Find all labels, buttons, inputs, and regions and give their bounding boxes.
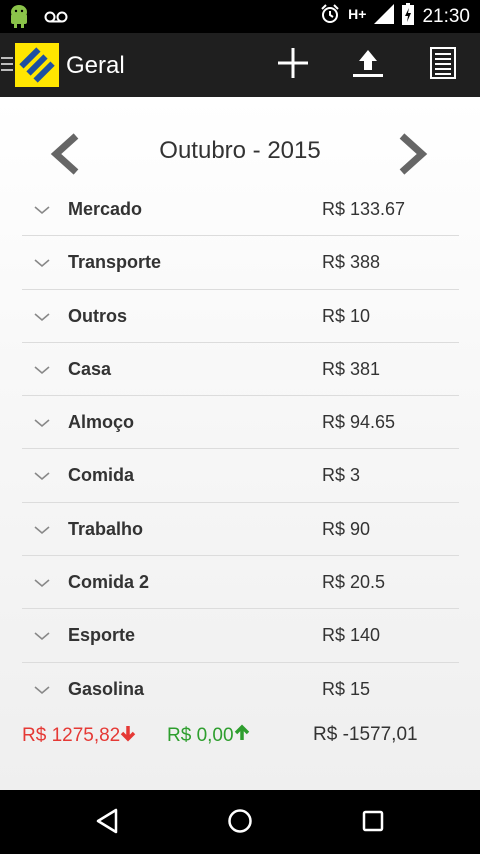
category-row[interactable]: Almoço R$ 94.65	[22, 396, 459, 450]
category-row[interactable]: Trabalho R$ 90	[22, 503, 459, 557]
category-name: Gasolina	[68, 678, 145, 699]
next-month-button[interactable]	[396, 132, 432, 176]
total-balance: R$ -1577,01	[313, 724, 418, 745]
arrow-up-icon	[234, 724, 250, 748]
chevron-down-icon	[34, 310, 50, 322]
app-title: Geral	[66, 52, 125, 79]
total-expenses: R$ 1275,82	[22, 724, 136, 748]
add-icon	[276, 46, 310, 85]
chevron-down-icon	[34, 363, 50, 375]
category-name: Almoço	[68, 412, 135, 433]
category-name: Trabalho	[68, 518, 144, 539]
app-logo[interactable]	[15, 43, 59, 87]
category-row[interactable]: Esporte R$ 140	[22, 609, 459, 663]
category-row[interactable]: Casa R$ 381	[22, 343, 459, 397]
category-name: Outros	[68, 305, 128, 326]
category-row[interactable]: Gasolina R$ 15	[22, 663, 459, 716]
android-notification-icon	[8, 4, 30, 33]
upload-icon	[351, 48, 385, 83]
chevron-left-icon	[46, 133, 82, 180]
total-expenses-value: R$ 1275,82	[22, 725, 121, 746]
category-row[interactable]: Comida 2 R$ 20.5	[22, 556, 459, 610]
category-value: R$ 94.65	[322, 412, 396, 433]
add-button[interactable]	[273, 45, 313, 85]
recents-button[interactable]	[356, 806, 390, 840]
category-value: R$ 140	[322, 625, 381, 646]
category-name: Comida 2	[68, 572, 150, 593]
category-value: R$ 15	[322, 678, 371, 699]
category-name: Mercado	[68, 199, 143, 219]
signal-icon	[374, 4, 395, 29]
chevron-right-icon	[396, 133, 432, 180]
action-bar: Geral	[0, 33, 480, 97]
category-value: R$ 3	[322, 465, 361, 486]
recents-icon	[361, 809, 385, 838]
upload-button[interactable]	[348, 45, 388, 85]
category-row[interactable]: Outros R$ 10	[22, 290, 459, 343]
month-navigator: Outubro - 2015	[0, 127, 480, 177]
total-income: R$ 0,00	[167, 724, 250, 748]
category-row[interactable]: Comida R$ 3	[22, 449, 459, 503]
list-icon	[430, 46, 456, 84]
list-button[interactable]	[423, 45, 463, 85]
category-value: R$ 381	[322, 358, 381, 379]
back-button[interactable]	[90, 806, 124, 840]
back-icon	[94, 807, 120, 840]
drawer-icon[interactable]	[1, 57, 13, 73]
chevron-down-icon	[34, 683, 50, 695]
content-area: Outubro - 2015 Mercado R$ 133.67 Transpo…	[0, 97, 480, 790]
voicemail-icon	[44, 9, 68, 28]
category-name: Transporte	[68, 252, 162, 273]
category-value: R$ 90	[322, 518, 371, 539]
totals-bar: R$ 1275,82 R$ 0,00 R$ -1577,01	[0, 722, 480, 752]
system-nav-bar	[0, 790, 480, 854]
category-row[interactable]: Mercado R$ 133.67	[22, 183, 459, 237]
category-name: Casa	[68, 358, 112, 379]
home-button[interactable]	[223, 806, 257, 840]
category-value: R$ 133.67	[322, 199, 406, 219]
chevron-down-icon	[34, 576, 50, 588]
battery-icon	[402, 3, 415, 30]
category-name: Comida	[68, 465, 135, 486]
category-name: Esporte	[68, 625, 136, 646]
alarm-icon	[320, 4, 340, 29]
network-type-label: H+	[348, 5, 367, 22]
total-income-value: R$ 0,00	[167, 725, 234, 746]
category-list: Mercado R$ 133.67 Transporte R$ 388 Outr…	[22, 183, 459, 716]
category-value: R$ 20.5	[322, 572, 386, 593]
chevron-down-icon	[34, 523, 50, 535]
arrow-down-icon	[120, 724, 136, 748]
category-row[interactable]: Transporte R$ 388	[22, 236, 459, 290]
chevron-down-icon	[34, 256, 50, 268]
chevron-down-icon	[34, 203, 50, 215]
chevron-down-icon	[34, 469, 50, 481]
status-bar: H+ 21:30	[0, 0, 480, 33]
home-icon	[227, 808, 253, 839]
chevron-down-icon	[34, 416, 50, 428]
category-value: R$ 388	[322, 252, 381, 273]
category-value: R$ 10	[322, 305, 371, 326]
chevron-down-icon	[34, 629, 50, 641]
status-time: 21:30	[422, 5, 470, 27]
